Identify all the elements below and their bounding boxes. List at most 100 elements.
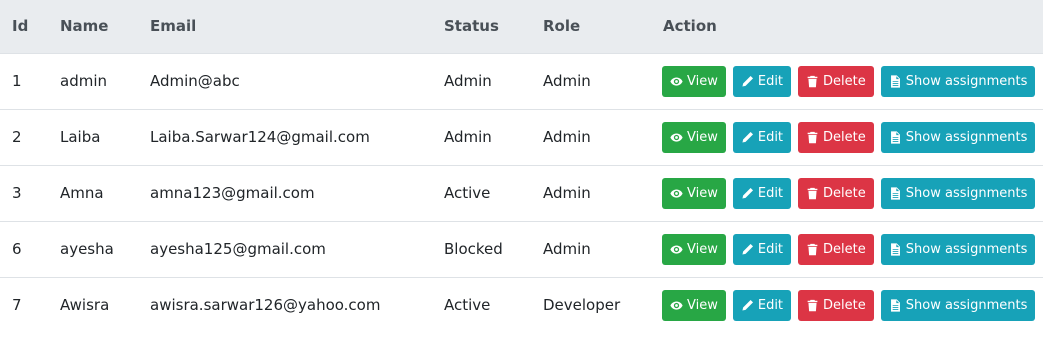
cell-actions: View Edit Delete Show assignments: [651, 53, 1043, 109]
view-label: View: [687, 129, 718, 145]
edit-label: Edit: [757, 129, 784, 145]
show-assignments-label: Show assignments: [905, 129, 1028, 145]
pencil-icon: [741, 299, 754, 312]
eye-icon: [670, 299, 683, 312]
trash-icon: [806, 187, 819, 200]
cell-email: Laiba.Sarwar124@gmail.com: [138, 108, 432, 165]
table-row: 1 admin Admin@abc Admin Admin View Edit …: [0, 53, 1043, 109]
cell-status: Active: [432, 276, 531, 333]
view-label: View: [687, 241, 718, 257]
cell-name: Amna: [48, 164, 138, 221]
show-assignments-label: Show assignments: [905, 241, 1028, 257]
document-icon: [889, 186, 902, 200]
users-table: Id Name Email Status Role Action 1 admin…: [0, 0, 1043, 333]
table-body: 1 admin Admin@abc Admin Admin View Edit …: [0, 53, 1043, 333]
edit-label: Edit: [757, 241, 784, 257]
show-assignments-button[interactable]: Show assignments: [880, 233, 1036, 265]
document-icon: [889, 130, 902, 144]
cell-role: Admin: [543, 72, 591, 90]
cell-role: Admin: [531, 108, 651, 165]
show-assignments-button[interactable]: Show assignments: [880, 289, 1036, 321]
header-status: Status: [432, 0, 531, 54]
trash-icon: [806, 299, 819, 312]
cell-status: Active: [432, 164, 531, 221]
pencil-icon: [741, 75, 754, 88]
show-assignments-button[interactable]: Show assignments: [880, 177, 1036, 209]
delete-label: Delete: [823, 297, 866, 313]
cell-name: Laiba: [48, 108, 138, 165]
edit-button[interactable]: Edit: [732, 289, 792, 321]
cell-email: Admin@abc: [150, 72, 240, 90]
cell-name: ayesha: [48, 220, 138, 277]
show-assignments-label: Show assignments: [905, 185, 1028, 201]
edit-button[interactable]: Edit: [732, 121, 792, 153]
header-email: Email: [138, 0, 432, 54]
cell-actions: View Edit Delete Show assignments: [651, 220, 1043, 277]
cell-email: awisra.sarwar126@yahoo.com: [138, 276, 432, 333]
cell-email: ayesha125@gmail.com: [138, 220, 432, 277]
pencil-icon: [741, 243, 754, 256]
view-label: View: [687, 185, 718, 201]
cell-id: 1: [12, 72, 22, 90]
table-row: 7 Awisra awisra.sarwar126@yahoo.com Acti…: [0, 276, 1043, 333]
edit-label: Edit: [757, 297, 784, 313]
cell-id: 7: [0, 276, 48, 333]
delete-label: Delete: [823, 185, 866, 201]
document-icon: [889, 74, 902, 88]
show-assignments-button[interactable]: Show assignments: [880, 121, 1036, 153]
header-name: Name: [48, 0, 138, 54]
view-button[interactable]: View: [662, 289, 726, 321]
delete-button[interactable]: Delete: [798, 233, 874, 265]
pencil-icon: [741, 131, 754, 144]
cell-status: Admin: [432, 108, 531, 165]
header-row: Id Name Email Status Role Action: [0, 0, 1043, 54]
trash-icon: [806, 131, 819, 144]
trash-icon: [806, 75, 819, 88]
delete-label: Delete: [823, 241, 866, 257]
delete-button[interactable]: Delete: [798, 289, 874, 321]
show-assignments-button[interactable]: Show assignments: [880, 65, 1036, 97]
edit-button[interactable]: Edit: [732, 233, 792, 265]
header-id: Id: [0, 0, 48, 54]
view-button[interactable]: View: [662, 177, 726, 209]
pencil-icon: [741, 187, 754, 200]
trash-icon: [806, 243, 819, 256]
cell-id: 6: [0, 220, 48, 277]
view-button[interactable]: View: [662, 233, 726, 265]
eye-icon: [670, 75, 683, 88]
cell-status: Admin: [444, 72, 492, 90]
cell-name: Awisra: [48, 276, 138, 333]
cell-actions: View Edit Delete Show assignments: [651, 164, 1043, 221]
cell-status: Blocked: [432, 220, 531, 277]
delete-button[interactable]: Delete: [798, 121, 874, 153]
delete-label: Delete: [823, 129, 866, 145]
eye-icon: [670, 243, 683, 256]
table-row: 2 Laiba Laiba.Sarwar124@gmail.com Admin …: [0, 108, 1043, 165]
show-assignments-label: Show assignments: [905, 297, 1028, 313]
cell-id: 3: [0, 164, 48, 221]
document-icon: [889, 299, 902, 312]
edit-button[interactable]: Edit: [732, 177, 792, 209]
edit-label: Edit: [757, 185, 784, 201]
table-row: 3 Amna amna123@gmail.com Active Admin Vi…: [0, 164, 1043, 221]
cell-email: amna123@gmail.com: [138, 164, 432, 221]
show-assignments-label: Show assignments: [905, 73, 1028, 89]
cell-role: Admin: [531, 220, 651, 277]
eye-icon: [670, 131, 683, 144]
table-row: 6 ayesha ayesha125@gmail.com Blocked Adm…: [0, 220, 1043, 277]
document-icon: [889, 242, 902, 256]
view-button[interactable]: View: [662, 65, 726, 97]
delete-button[interactable]: Delete: [798, 177, 874, 209]
delete-button[interactable]: Delete: [798, 65, 874, 97]
edit-button[interactable]: Edit: [732, 65, 792, 97]
eye-icon: [670, 187, 683, 200]
cell-actions: View Edit Delete Show assignments: [651, 276, 1043, 333]
cell-role: Developer: [531, 276, 651, 333]
view-button[interactable]: View: [662, 121, 726, 153]
header-action: Action: [651, 0, 1043, 54]
cell-name: admin: [60, 72, 107, 90]
header-role: Role: [531, 0, 651, 54]
delete-label: Delete: [823, 73, 866, 89]
edit-label: Edit: [757, 73, 784, 89]
view-label: View: [687, 297, 718, 313]
